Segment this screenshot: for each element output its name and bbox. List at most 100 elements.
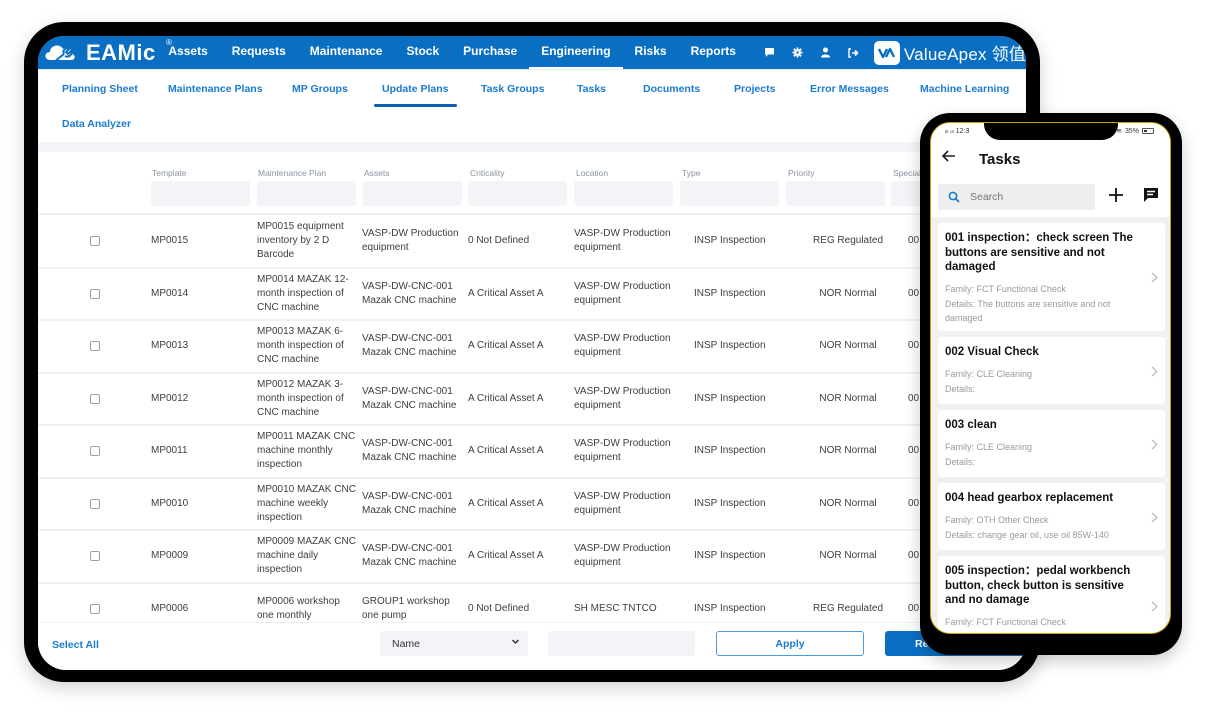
column-header-type: Type (682, 168, 701, 178)
filter-priority[interactable] (786, 181, 885, 206)
subnav-update-plans[interactable]: Update Plans (374, 83, 457, 107)
task-details: Details: (945, 383, 976, 394)
message-icon[interactable] (1143, 187, 1159, 203)
subnav-error-messages[interactable]: Error Messages (810, 83, 889, 95)
subnav-projects[interactable]: Projects (734, 83, 775, 95)
filter-type[interactable] (680, 181, 779, 206)
cell-type: INSP Inspection (694, 445, 766, 457)
filter-assets[interactable] (363, 181, 462, 206)
filter-type-input[interactable] (680, 181, 779, 206)
table-row[interactable]: MP0014 MP0014 MAZAK 12-month inspection o… (38, 269, 1026, 321)
cell-asset: VASP-DW-CNC-001 Mazak CNC machine (362, 280, 457, 306)
row-checkbox[interactable] (90, 341, 100, 352)
table-row[interactable]: MP0011 MP0011 MAZAK CNC machine monthly i… (38, 426, 1026, 479)
nav-stock[interactable]: Stock (394, 36, 451, 69)
nav-purchase[interactable]: Purchase (451, 36, 529, 69)
valueapex-brand: ValueApex 领值 (873, 40, 1026, 65)
filter-priority-input[interactable] (786, 181, 885, 206)
cell-asset: VASP-DW-CNC-001 Mazak CNC machine (362, 490, 457, 516)
section-divider (38, 142, 1026, 152)
row-checkbox[interactable] (90, 551, 100, 562)
gear-icon[interactable] (784, 36, 812, 69)
row-checkbox[interactable] (90, 498, 100, 509)
cell-type: INSP Inspection (694, 392, 766, 404)
mobile-search-field[interactable] (938, 184, 1095, 210)
row-checkbox[interactable] (90, 446, 100, 457)
table-row[interactable]: MP0015 MP0015 equipment inventory by 2 D … (38, 216, 1026, 269)
field-select[interactable]: Name (380, 631, 528, 656)
cloud-wrench-logo-icon (45, 44, 75, 63)
cell-type: INSP Inspection (694, 550, 766, 562)
select-all-link[interactable]: Select All (52, 639, 99, 651)
filter-assets-input[interactable] (363, 181, 462, 206)
task-card[interactable]: 005 inspection：pedal workbench button, c… (938, 556, 1165, 634)
task-card[interactable]: 003 clean Family: CLE Cleaning Details: (938, 410, 1165, 477)
cell-template: MP0015 (151, 235, 189, 247)
back-arrow-icon[interactable] (941, 148, 957, 164)
subnav-tasks[interactable]: Tasks (577, 83, 606, 95)
mobile-search-input[interactable] (970, 191, 1080, 203)
subnav-documents[interactable]: Documents (643, 83, 700, 95)
filter-criticality[interactable] (468, 181, 567, 206)
cell-template: MP0010 (151, 497, 189, 509)
cell-location: VASP-DW Production equipment (574, 228, 671, 254)
cell-priority: NOR Normal (819, 392, 877, 404)
row-checkbox[interactable] (90, 288, 100, 299)
cell-priority: NOR Normal (819, 287, 877, 299)
cell-template: MP0013 (151, 340, 189, 352)
task-details: Details: change gear oil, use oil 85W-14… (945, 529, 1109, 540)
main-menu: Assets Requests Maintenance Stock Purcha… (156, 36, 748, 69)
cell-asset: VASP-DW-CNC-001 Mazak CNC machine (362, 543, 457, 569)
logout-icon[interactable] (840, 36, 868, 69)
task-card[interactable]: 004 head gearbox replacement Family: OTH … (938, 483, 1165, 550)
cell-maintenance-plan: MP0009 MAZAK CNC machine daily inspectio… (257, 536, 356, 576)
row-checkbox[interactable] (90, 603, 100, 614)
row-checkbox[interactable] (90, 236, 100, 247)
table-row[interactable]: MP0010 MP0010 MAZAK CNC machine weekly in… (38, 479, 1026, 531)
row-checkbox[interactable] (90, 393, 100, 404)
cell-maintenance-plan: MP0012 MAZAK 3-month inspection of CNC m… (257, 378, 344, 418)
table-row[interactable]: MP0012 MP0012 MAZAK 3-month inspection of… (38, 374, 1026, 426)
task-card[interactable]: 001 inspection：check screen The buttons … (938, 223, 1165, 331)
nav-risks[interactable]: Risks (623, 36, 679, 69)
cell-template: MP0011 (151, 445, 188, 457)
column-header-location: Location (576, 168, 609, 178)
filter-maintenance-plan-input[interactable] (257, 181, 356, 206)
filter-template-input[interactable] (151, 181, 250, 206)
table-row[interactable]: MP0009 MP0009 MAZAK CNC machine daily ins… (38, 531, 1026, 584)
nav-engineering[interactable]: Engineering (529, 36, 623, 69)
subnav-data-analyzer[interactable]: Data Analyzer (62, 118, 131, 130)
cell-criticality: A Critical Asset A (468, 287, 544, 299)
nav-assets[interactable]: Assets (156, 36, 219, 69)
task-title: 001 inspection：check screen The buttons … (945, 232, 1133, 273)
task-card[interactable]: 002 Visual Check Family: CLE Cleaning Deta… (938, 337, 1165, 404)
nav-requests[interactable]: Requests (220, 36, 298, 69)
subnav-maintenance-plans[interactable]: Maintenance Plans (168, 83, 263, 95)
filter-criticality-input[interactable] (468, 181, 567, 206)
add-task-icon[interactable] (1108, 187, 1124, 203)
filter-template[interactable] (151, 181, 250, 206)
chevron-down-icon (511, 639, 520, 645)
subnav-task-groups[interactable]: Task Groups (481, 83, 544, 95)
field-select-value: Name (392, 637, 421, 650)
subnav-mp-groups[interactable]: MP Groups (292, 83, 348, 95)
chat-icon[interactable] (756, 36, 784, 69)
task-details: Details: (945, 630, 1150, 634)
table-row[interactable]: MP0013 MP0013 MAZAK 6-month inspection of… (38, 321, 1026, 374)
nav-reports[interactable]: Reports (679, 36, 748, 69)
user-icon[interactable] (812, 36, 840, 69)
filter-location-input[interactable] (574, 181, 673, 206)
apply-button[interactable]: Apply (716, 631, 864, 656)
nav-maintenance[interactable]: Maintenance (298, 36, 395, 69)
subnav-planning-sheet[interactable]: Planning Sheet (62, 83, 138, 95)
task-family: Family: CLE Cleaning (945, 368, 1033, 379)
value-input[interactable] (548, 631, 695, 656)
eamic-logo[interactable]: EAMic ® (42, 36, 172, 69)
cell-location: VASP-DW Production equipment (574, 438, 671, 464)
filter-maintenance-plan[interactable] (257, 181, 356, 206)
subnav-machine-learning[interactable]: Machine Learning (920, 83, 1009, 95)
cell-asset: VASP-DW-CNC-001 Mazak CNC machine (362, 333, 457, 359)
filter-location[interactable] (574, 181, 673, 206)
cell-type: INSP Inspection (694, 287, 766, 299)
sub-navigation: Planning Sheet Maintenance Plans MP Grou… (38, 69, 1026, 141)
